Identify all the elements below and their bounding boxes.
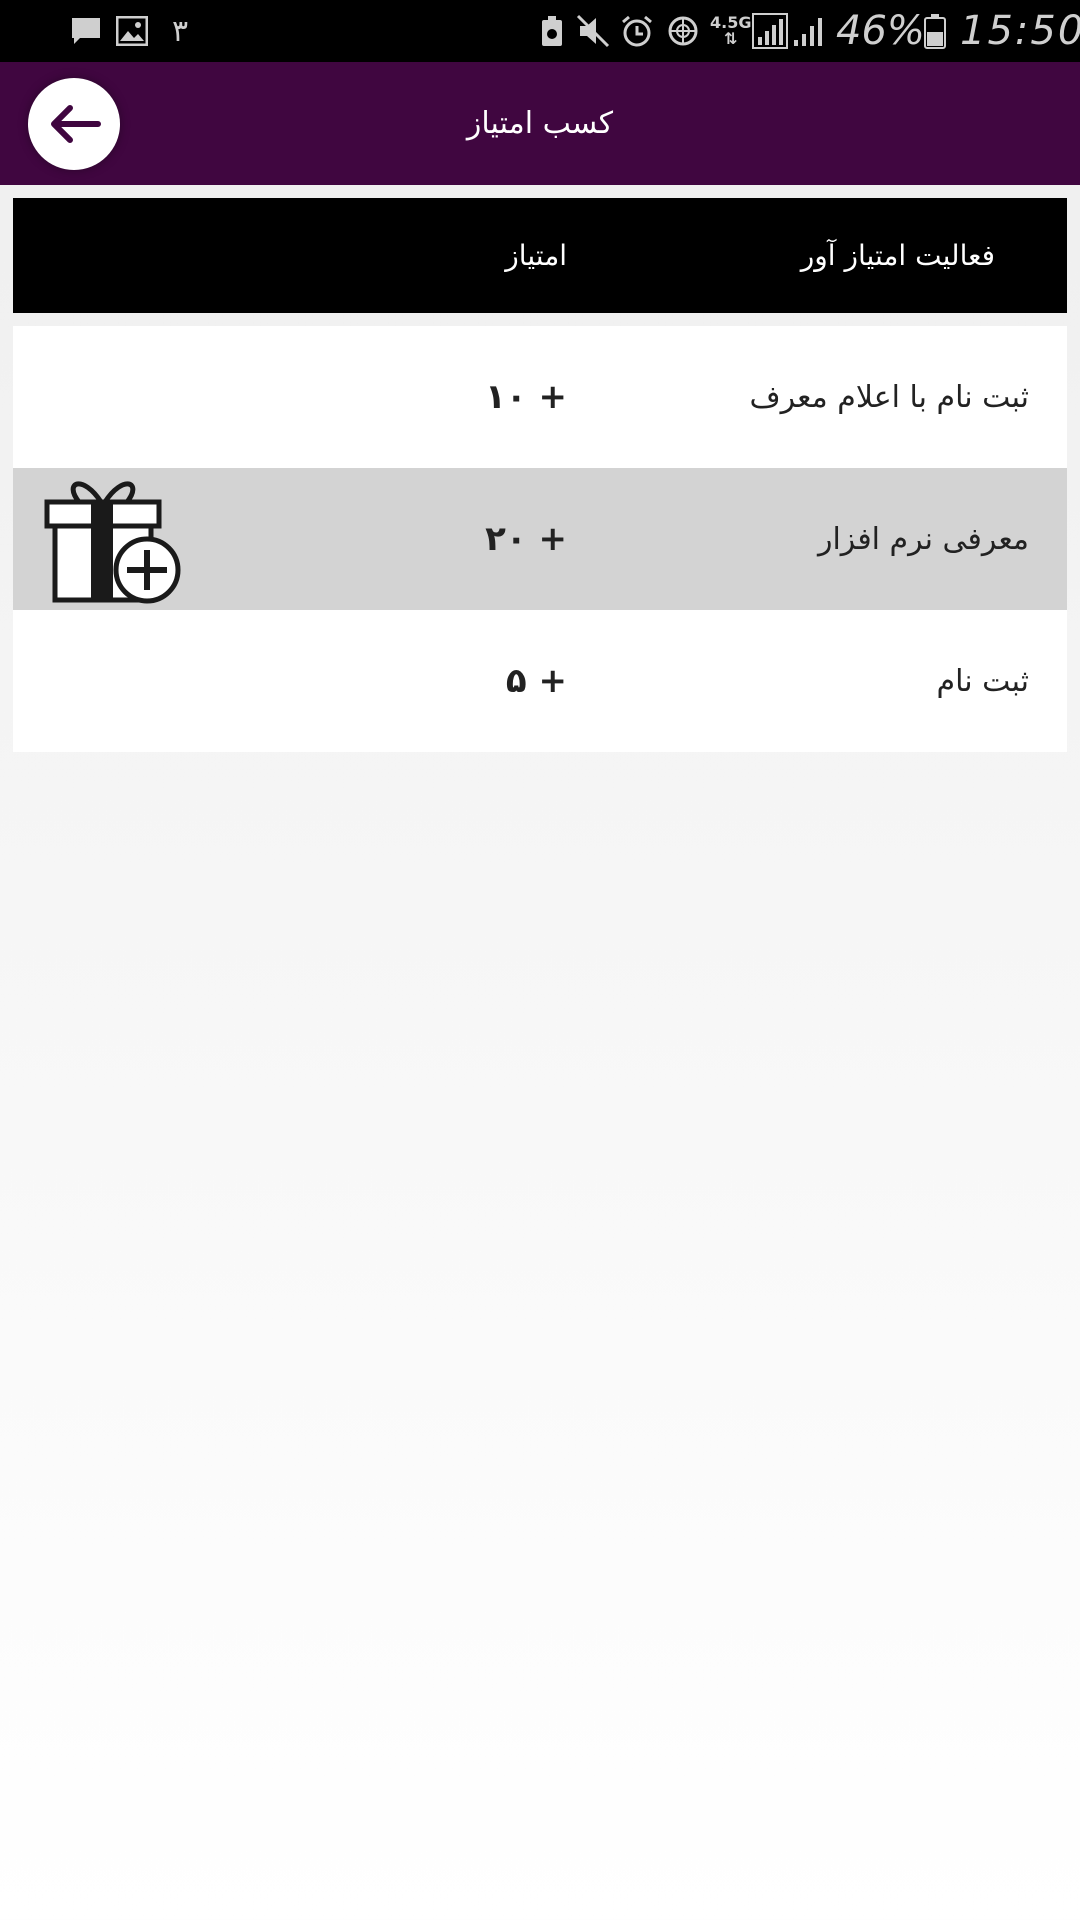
gift-add-icon[interactable]	[43, 472, 183, 606]
battery-icon	[924, 0, 946, 62]
back-button[interactable]	[28, 78, 120, 170]
app-bar: کسب امتیاز	[0, 62, 1080, 185]
arrow-left-icon	[51, 105, 101, 143]
signal-icon	[752, 0, 788, 62]
alarm-icon	[620, 0, 654, 62]
message-icon	[70, 0, 102, 62]
row-activity: ثبت نام	[936, 663, 1029, 699]
row-score: + ۵	[505, 661, 567, 701]
points-table: فعالیت امتیاز آور امتیاز ثبت نام با اعلا…	[13, 198, 1067, 752]
row-activity: معرفی نرم افزار	[817, 521, 1029, 557]
notification-count: ٣	[172, 13, 189, 49]
network-type: 4.5G ⇅	[710, 13, 752, 48]
table-row[interactable]: ثبت نام با اعلام معرف + ١٠	[13, 326, 1067, 468]
column-header-activity: فعالیت امتیاز آور	[800, 239, 995, 272]
cast-icon	[540, 0, 564, 62]
column-header-score: امتیاز	[505, 239, 567, 272]
row-activity: ثبت نام با اعلام معرف	[749, 379, 1029, 415]
table-row[interactable]: معرفی نرم افزار + ٢٠	[13, 468, 1067, 610]
clock: 15:50	[960, 8, 1080, 54]
image-icon	[116, 0, 148, 62]
row-score: + ١٠	[485, 377, 567, 417]
signal-icon	[792, 0, 826, 62]
globe-icon	[668, 0, 698, 62]
row-score: + ٢٠	[485, 519, 567, 559]
data-arrows-icon: ⇅	[724, 29, 738, 48]
battery-percent: 46%	[836, 8, 925, 54]
table-header: فعالیت امتیاز آور امتیاز	[13, 198, 1067, 313]
status-bar: ٣ 4.5G ⇅ 46% 15:50	[0, 0, 1080, 62]
page-title: کسب امتیاز	[466, 106, 614, 141]
mute-icon	[576, 0, 610, 62]
table-row[interactable]: ثبت نام + ۵	[13, 610, 1067, 752]
